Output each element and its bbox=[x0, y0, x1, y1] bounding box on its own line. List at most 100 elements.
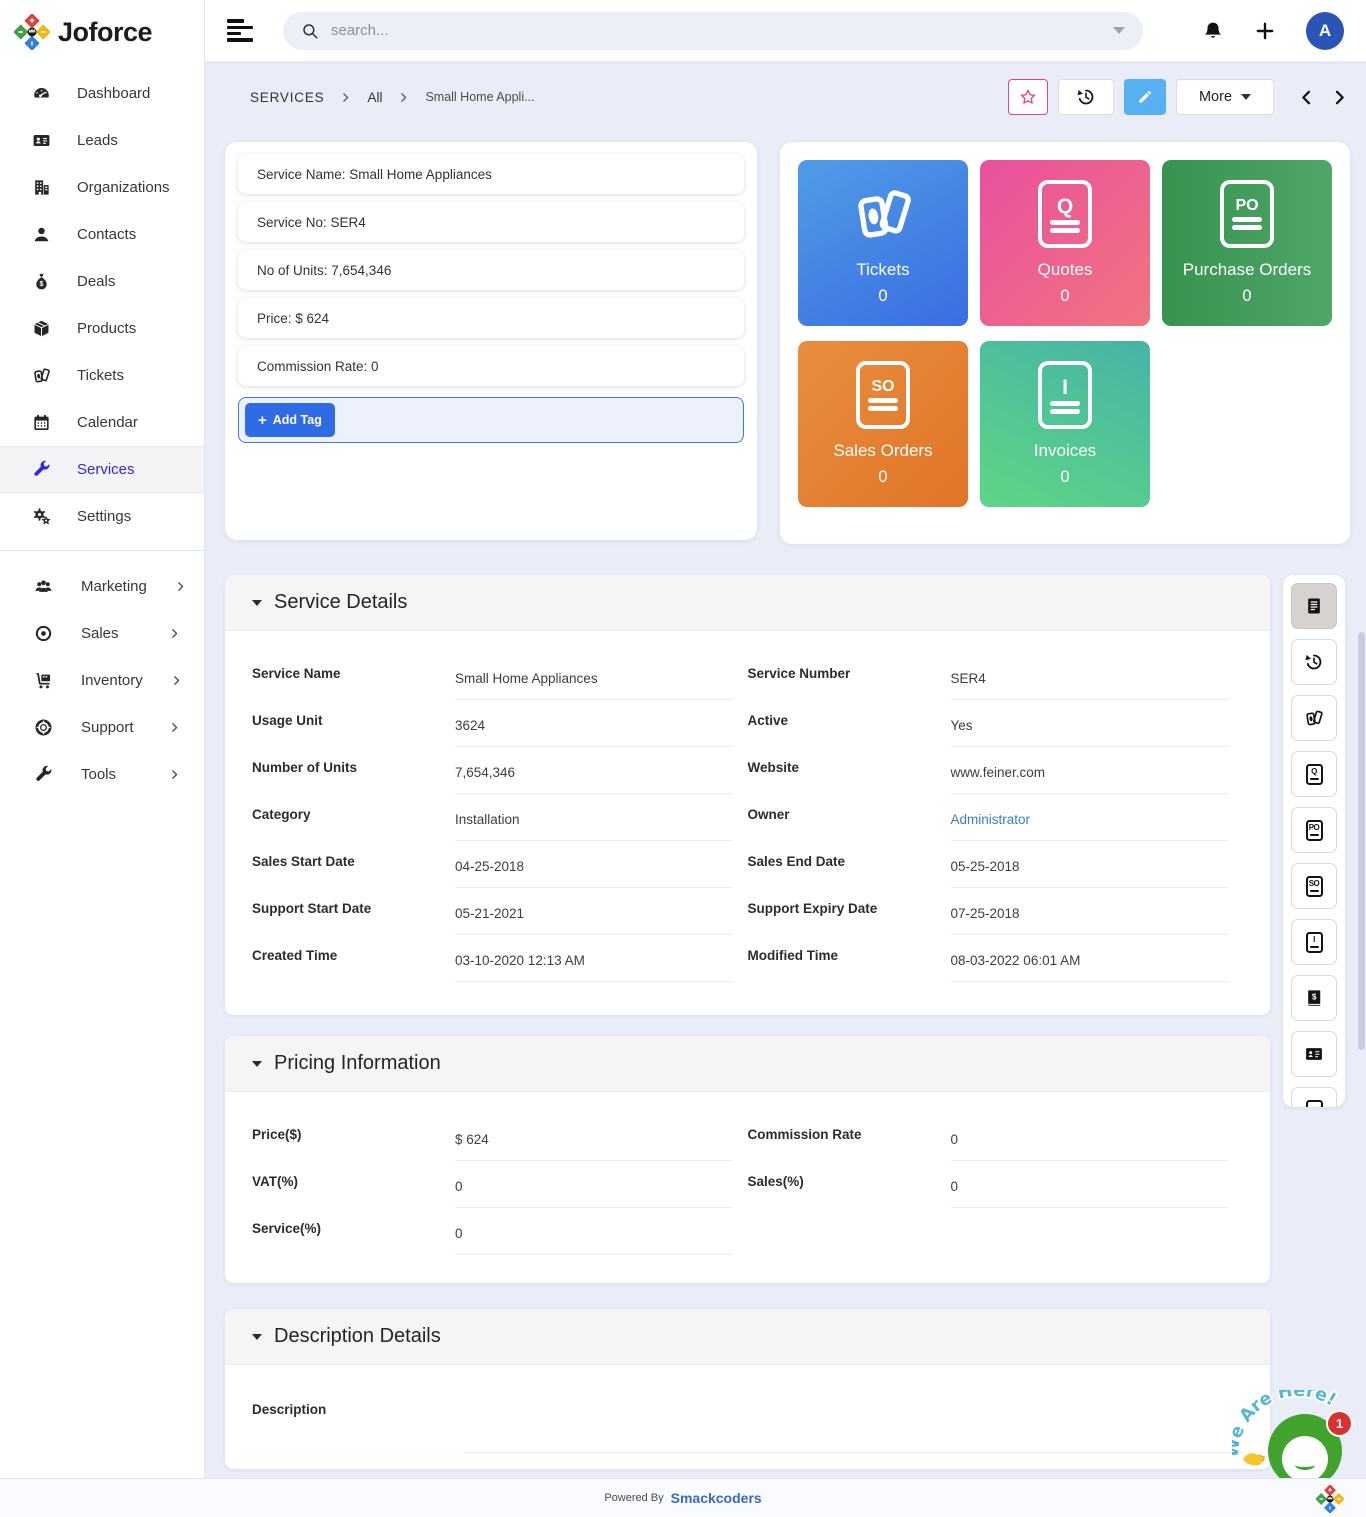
breadcrumb: SERVICES All Small Home Appli... bbox=[250, 90, 535, 105]
history-button[interactable] bbox=[1058, 79, 1114, 115]
sidebar-item-calendar[interactable]: Calendar bbox=[0, 399, 204, 446]
rail-tickets-button[interactable] bbox=[1291, 695, 1337, 741]
edit-button[interactable] bbox=[1124, 79, 1166, 115]
notifications-bell-icon[interactable] bbox=[1202, 20, 1224, 42]
field-value: 7,654,346 bbox=[455, 759, 733, 794]
sidebar-item-contacts[interactable]: Contacts bbox=[0, 211, 204, 258]
field-label: Website bbox=[748, 759, 951, 775]
collapse-caret-icon[interactable] bbox=[252, 600, 262, 606]
tile-sales-orders[interactable]: SO Sales Orders 0 bbox=[798, 341, 968, 507]
breadcrumb-module[interactable]: SERVICES bbox=[250, 90, 324, 105]
sidebar-item-products[interactable]: Products bbox=[0, 305, 204, 352]
section-title: Service Details bbox=[274, 591, 407, 614]
rail-documents-button[interactable] bbox=[1291, 1087, 1337, 1107]
sidebar-item-organizations[interactable]: Organizations bbox=[0, 164, 204, 211]
related-modules-card: Tickets 0 Q Quotes 0 PO Purchase Orders … bbox=[780, 142, 1350, 544]
rail-contacts-button[interactable] bbox=[1291, 1031, 1337, 1077]
rail-price-books-button[interactable] bbox=[1291, 975, 1337, 1021]
sidebar-item-label: Organizations bbox=[77, 179, 170, 196]
rail-sales-orders-button[interactable]: SO bbox=[1291, 863, 1337, 909]
menu-toggle-icon[interactable] bbox=[227, 19, 253, 42]
field-value: 0 bbox=[951, 1173, 1229, 1208]
sidebar-item-support[interactable]: Support bbox=[0, 704, 204, 751]
sidebar-item-tickets[interactable]: Tickets bbox=[0, 352, 204, 399]
field-label: Sales Start Date bbox=[252, 853, 455, 869]
sidebar-item-dashboard[interactable]: Dashboard bbox=[0, 70, 204, 117]
sidebar-item-services[interactable]: Services bbox=[0, 446, 204, 493]
field-value: 04-25-2018 bbox=[455, 853, 733, 888]
app-logo-text: Joforce bbox=[58, 17, 152, 48]
rail-quotes-button[interactable]: Q bbox=[1291, 751, 1337, 797]
sidebar-item-label: Contacts bbox=[77, 226, 136, 243]
purchase-orders-icon: PO bbox=[1220, 180, 1274, 248]
scrollbar-thumb[interactable] bbox=[1358, 632, 1365, 1050]
avatar[interactable]: A bbox=[1306, 12, 1344, 50]
sidebar: Joforce Dashboard Leads Organizations Co… bbox=[0, 0, 205, 1478]
search-input[interactable] bbox=[331, 22, 1113, 39]
collapse-caret-icon[interactable] bbox=[252, 1061, 262, 1067]
sidebar-item-label: Settings bbox=[77, 508, 131, 525]
sidebar-item-label: Dashboard bbox=[77, 85, 150, 102]
more-button[interactable]: More bbox=[1176, 79, 1274, 115]
owner-link[interactable]: Administrator bbox=[951, 806, 1229, 841]
field-label: Service(%) bbox=[252, 1220, 455, 1236]
search-scope-dropdown-icon[interactable] bbox=[1113, 27, 1125, 34]
field-value: 08-03-2022 06:01 AM bbox=[951, 947, 1229, 982]
wrench-icon bbox=[32, 460, 51, 479]
app-logo[interactable]: Joforce bbox=[0, 0, 204, 62]
chevron-right-icon bbox=[169, 628, 180, 639]
gears-icon bbox=[32, 507, 51, 526]
summary-commission-rate: Commission Rate: 0 bbox=[238, 346, 744, 386]
tile-count: 0 bbox=[878, 468, 887, 487]
sidebar-item-label: Marketing bbox=[81, 578, 147, 595]
sidebar-item-sales[interactable]: Sales bbox=[0, 610, 204, 657]
ticket-icon bbox=[1304, 708, 1324, 728]
sales-orders-icon: SO bbox=[856, 361, 910, 429]
building-icon bbox=[32, 178, 51, 197]
rail-history-button[interactable] bbox=[1291, 639, 1337, 685]
chevron-right-icon bbox=[171, 675, 182, 686]
tile-tickets[interactable]: Tickets 0 bbox=[798, 160, 968, 326]
tile-label: Invoices bbox=[1034, 441, 1096, 461]
page: Joforce Dashboard Leads Organizations Co… bbox=[0, 0, 1366, 1517]
tile-purchase-orders[interactable]: PO Purchase Orders 0 bbox=[1162, 160, 1332, 326]
service-details-section: Service Details Service NameSmall Home A… bbox=[225, 575, 1270, 1015]
sidebar-item-label: Support bbox=[81, 719, 134, 736]
chevron-down-icon bbox=[1241, 94, 1251, 100]
rail-invoices-button[interactable]: I bbox=[1291, 919, 1337, 965]
section-title: Description Details bbox=[274, 1325, 441, 1348]
sidebar-item-deals[interactable]: Deals bbox=[0, 258, 204, 305]
sidebar-item-marketing[interactable]: Marketing bbox=[0, 563, 204, 610]
summary-no-of-units: No of Units: 7,654,346 bbox=[238, 250, 744, 290]
record-actions: More bbox=[1008, 79, 1348, 115]
sidebar-item-inventory[interactable]: Inventory bbox=[0, 657, 204, 704]
field-label: Active bbox=[748, 712, 951, 728]
breadcrumb-view[interactable]: All bbox=[367, 90, 382, 105]
top-icons: A bbox=[1202, 12, 1366, 50]
powered-by-text: Powered By bbox=[604, 1492, 663, 1504]
sidebar-item-label: Tools bbox=[81, 766, 116, 783]
sales-orders-icon: SO bbox=[1306, 876, 1323, 897]
field-label: Owner bbox=[748, 806, 951, 822]
smackcoders-link[interactable]: Smackcoders bbox=[671, 1490, 762, 1506]
invoices-icon: I bbox=[1306, 932, 1323, 953]
tile-quotes[interactable]: Q Quotes 0 bbox=[980, 160, 1150, 326]
sidebar-item-tools[interactable]: Tools bbox=[0, 751, 204, 798]
collapse-caret-icon[interactable] bbox=[252, 1334, 262, 1340]
service-details-body: Service NameSmall Home AppliancesService… bbox=[225, 631, 1270, 982]
sidebar-item-settings[interactable]: Settings bbox=[0, 493, 204, 540]
quick-create-plus-icon[interactable] bbox=[1254, 20, 1276, 42]
next-record-icon[interactable] bbox=[1331, 89, 1348, 106]
tile-invoices[interactable]: I Invoices 0 bbox=[980, 341, 1150, 507]
rail-purchase-orders-button[interactable]: PO bbox=[1291, 807, 1337, 853]
add-tag-button[interactable]: +Add Tag bbox=[245, 403, 335, 437]
tile-label: Sales Orders bbox=[833, 441, 932, 461]
previous-record-icon[interactable] bbox=[1298, 89, 1315, 106]
ticket-icon bbox=[32, 366, 51, 385]
overview-row: Service Name: Small Home Appliances Serv… bbox=[225, 142, 1350, 544]
tile-count: 0 bbox=[1060, 287, 1069, 306]
sidebar-item-leads[interactable]: Leads bbox=[0, 117, 204, 164]
rail-record-details-button[interactable] bbox=[1291, 583, 1337, 629]
pricing-information-section: Pricing Information Price($)$ 624Commiss… bbox=[225, 1036, 1270, 1283]
favorite-star-button[interactable] bbox=[1008, 79, 1048, 115]
